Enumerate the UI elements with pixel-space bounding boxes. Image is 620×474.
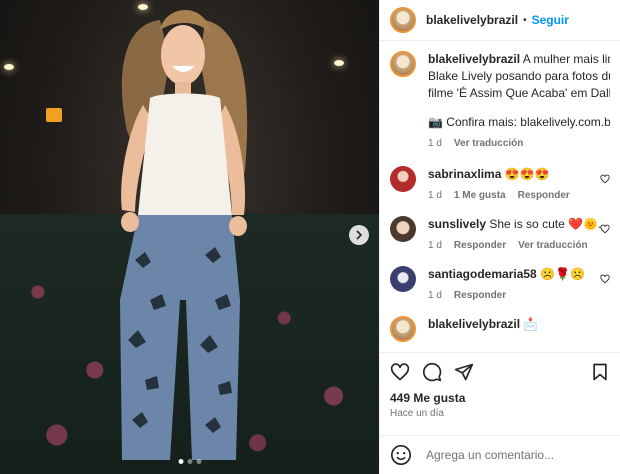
post-header: blakelivelybrazil • Seguir xyxy=(380,0,620,41)
commenter-avatar[interactable] xyxy=(390,316,416,342)
commenter-avatar[interactable] xyxy=(390,166,416,192)
carousel-dot xyxy=(196,459,201,464)
comment-likes[interactable]: 1 Me gusta xyxy=(454,187,506,204)
author-avatar[interactable] xyxy=(390,7,416,33)
emoji-icon[interactable] xyxy=(390,444,412,466)
comment-input[interactable] xyxy=(424,447,610,463)
translate-link[interactable]: Ver traducción xyxy=(454,135,523,152)
instagram-post-view: blakelivelybrazil • Seguir blakelivelybr… xyxy=(0,0,620,474)
header-separator: • xyxy=(523,14,527,26)
comment-text: 😍😍😍 xyxy=(504,167,550,181)
caption: blakelivelybrazil A mulher mais linda Bl… xyxy=(390,51,610,152)
next-photo-button[interactable] xyxy=(349,225,369,245)
heart-icon[interactable] xyxy=(390,362,410,382)
translate-link[interactable]: Ver traducción xyxy=(518,237,587,254)
heart-icon[interactable] xyxy=(600,274,610,284)
comment-username[interactable]: sunslively xyxy=(428,217,486,231)
caption-more: 📷 Confira mais: blakelively.com.br/g xyxy=(428,115,610,129)
author-username[interactable]: blakelivelybrazil xyxy=(426,13,518,27)
commenter-avatar[interactable] xyxy=(390,216,416,242)
carousel-dot-active xyxy=(178,459,183,464)
comment-time: 1 d xyxy=(428,290,442,301)
woman-figure xyxy=(120,10,248,460)
comment: blakelivelybrazil 📩 xyxy=(390,316,610,342)
comment-time: 1 d xyxy=(428,190,442,201)
caption-line: Blake Lively posando para fotos duran xyxy=(428,69,610,83)
caption-time: 1 d xyxy=(428,138,442,149)
reply-link[interactable]: Responder xyxy=(454,287,506,304)
post-photo[interactable] xyxy=(0,0,379,474)
comment-text: ☹️🌹☹️ xyxy=(540,267,585,281)
caption-avatar[interactable] xyxy=(390,51,416,77)
comment-composer xyxy=(380,435,620,474)
comment-time: 1 d xyxy=(428,240,442,251)
caption-line: A mulher mais linda xyxy=(522,52,610,66)
comment-username[interactable]: blakelivelybrazil xyxy=(428,317,520,331)
post-actions: 449 Me gusta Hace un día xyxy=(380,352,620,419)
comments-list: blakelivelybrazil A mulher mais linda Bl… xyxy=(380,41,620,342)
commenter-avatar[interactable] xyxy=(390,266,416,292)
comment-text: She is so cute ❤️🌞. xyxy=(489,217,602,231)
comment-username[interactable]: sabrinaxlima xyxy=(428,167,501,181)
reply-link[interactable]: Responder xyxy=(518,187,570,204)
likes-count[interactable]: 449 Me gusta xyxy=(390,391,610,405)
carousel-dots xyxy=(178,459,201,464)
post-side-panel: blakelivelybrazil • Seguir blakelivelybr… xyxy=(379,0,620,474)
comment: sabrinaxlima 😍😍😍 1 d 1 Me gusta Responde… xyxy=(390,166,610,204)
heart-icon[interactable] xyxy=(600,174,610,184)
carousel-dot xyxy=(187,459,192,464)
caption-line: filme 'É Assim Que Acaba' em Dallas. xyxy=(428,86,610,100)
post-timestamp: Hace un día xyxy=(390,408,444,419)
caption-username[interactable]: blakelivelybrazil xyxy=(428,52,520,66)
share-icon[interactable] xyxy=(454,362,474,382)
comment-icon[interactable] xyxy=(422,362,442,382)
comment-username[interactable]: santiagodemaria58 xyxy=(428,267,537,281)
reply-link[interactable]: Responder xyxy=(454,237,506,254)
follow-button[interactable]: Seguir xyxy=(532,13,569,27)
bookmark-icon[interactable] xyxy=(590,362,610,382)
comment-text: 📩 xyxy=(523,317,539,331)
chevron-right-icon xyxy=(356,230,363,240)
comment: sunslively She is so cute ❤️🌞. 1 d Respo… xyxy=(390,216,610,254)
comment: santiagodemaria58 ☹️🌹☹️ 1 d Responder xyxy=(390,266,610,304)
heart-icon[interactable] xyxy=(600,224,610,234)
